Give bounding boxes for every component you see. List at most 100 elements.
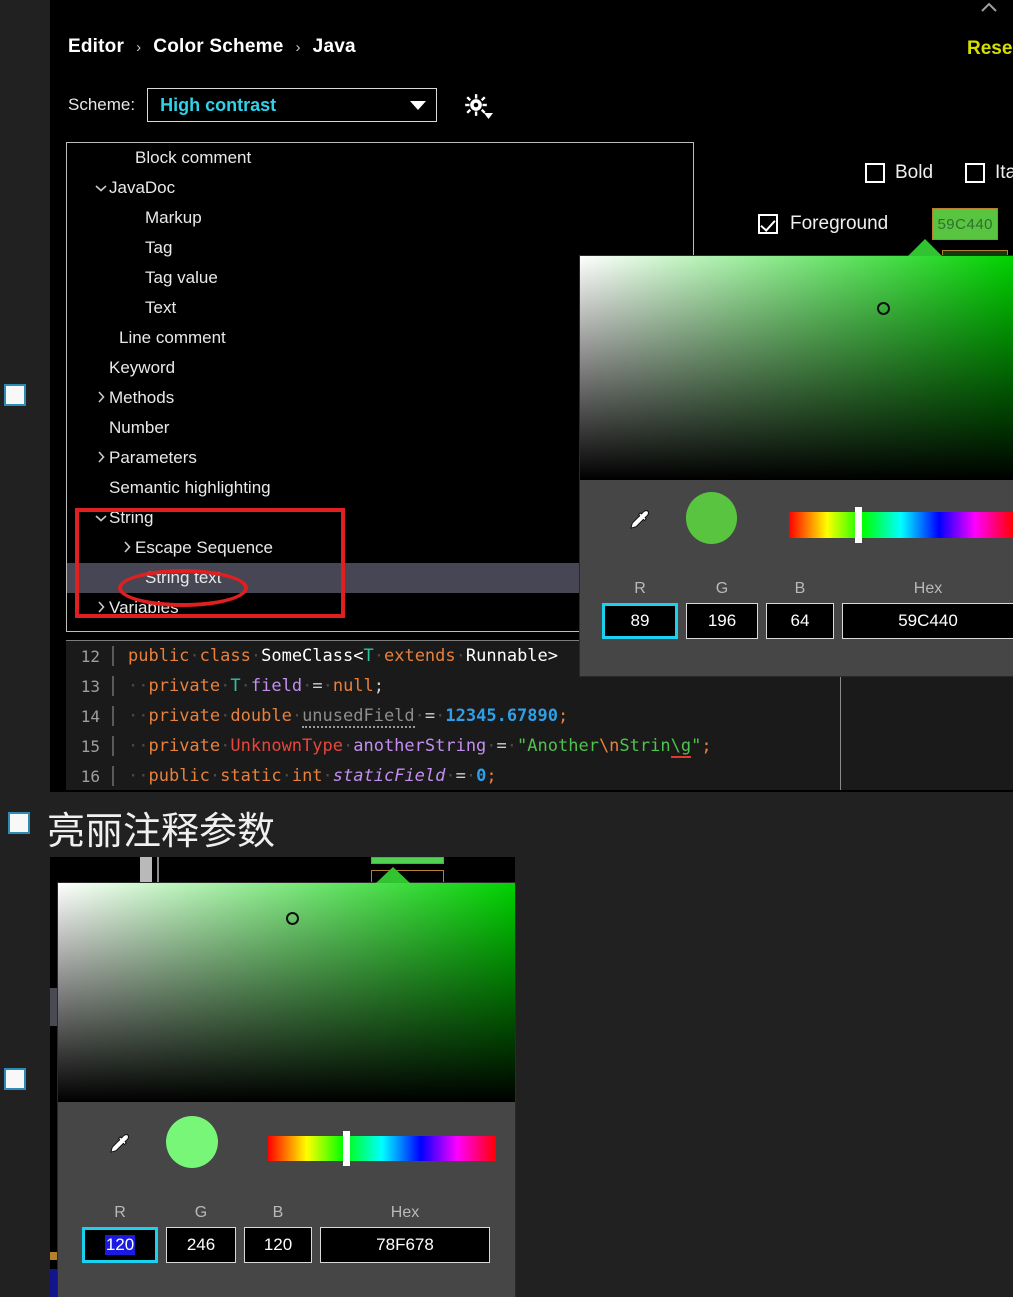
line-number: 13 — [80, 676, 100, 696]
b-field-bottom[interactable]: B 120 — [244, 1204, 312, 1263]
line-number: 15 — [80, 736, 100, 756]
b-input-top[interactable]: 64 — [766, 603, 834, 639]
g-label-top: G — [715, 580, 729, 597]
breadcrumb-item-color-scheme[interactable]: Color Scheme — [153, 36, 283, 58]
tree-item-label: Escape Sequence — [135, 538, 273, 557]
bold-checkbox-row[interactable]: Bold — [865, 162, 933, 184]
sv-selector-handle-top[interactable] — [877, 302, 890, 315]
bottom-side-blue-strip — [50, 1269, 58, 1297]
chevron-right-icon[interactable] — [93, 450, 109, 466]
tree-item-label: Variables — [109, 598, 179, 617]
tree-item-label: Markup — [145, 208, 202, 227]
scheme-dropdown[interactable]: High contrast — [147, 88, 438, 122]
g-field-bottom[interactable]: G 246 — [166, 1204, 236, 1263]
tree-item[interactable]: Markup — [67, 203, 693, 233]
r-value-top: 89 — [630, 611, 650, 630]
hex-value-top: 59C440 — [898, 611, 958, 630]
hue-slider-handle-top[interactable] — [855, 506, 863, 543]
chevron-right-icon[interactable] — [93, 390, 109, 406]
breadcrumb-separator-1: › — [136, 38, 142, 56]
g-value-bottom: 246 — [186, 1235, 216, 1254]
b-input-bottom[interactable]: 120 — [244, 1227, 312, 1263]
eyedropper-icon[interactable] — [106, 1132, 134, 1165]
hex-field-bottom[interactable]: Hex 78F678 — [320, 1204, 490, 1263]
b-field-top[interactable]: B 64 — [766, 580, 834, 639]
color-picker-popup-bottom[interactable]: R 120 G 246 B 120 Hex 78F678 — [58, 867, 515, 1297]
code-line: 15 ··private·UnknownType·anotherString·=… — [66, 731, 1013, 761]
g-input-bottom[interactable]: 246 — [166, 1227, 236, 1263]
line-number: 16 — [80, 766, 100, 786]
chevron-down-icon — [410, 100, 427, 110]
hex-input-bottom[interactable]: 78F678 — [320, 1227, 490, 1263]
italic-checkbox-row[interactable]: Italic — [965, 162, 1013, 184]
hex-input-top[interactable]: 59C440 — [842, 603, 1013, 639]
scheme-row: Scheme: High contrast — [68, 88, 494, 122]
runnable-type: Runnable — [465, 646, 548, 666]
chevron-down-icon[interactable] — [93, 511, 109, 525]
hue-slider-handle-bottom[interactable] — [343, 1131, 350, 1166]
generic-param: T — [363, 646, 374, 666]
reset-link[interactable]: Rese — [967, 38, 1013, 60]
italic-checkbox[interactable] — [965, 163, 986, 183]
tree-item-label: Methods — [109, 388, 175, 407]
saturation-value-area-bottom[interactable] — [58, 883, 515, 1102]
breadcrumb-item-java[interactable]: Java — [313, 36, 356, 58]
tree-item-label: Semantic highlighting — [109, 478, 271, 497]
color-picker-popup-top[interactable]: R 89 G 196 B 64 Hex 59C440 — [580, 239, 1013, 676]
operator-eq: = — [455, 766, 466, 786]
r-field-bottom[interactable]: R 120 — [82, 1204, 158, 1263]
hex-label-bottom: Hex — [390, 1204, 420, 1221]
foreground-label: Foreground — [790, 213, 889, 234]
hex-value-bottom: 78F678 — [376, 1235, 434, 1254]
gear-chevron-down-icon — [484, 113, 494, 119]
b-value-bottom: 120 — [263, 1235, 293, 1254]
string-literal-mid: Strin — [619, 736, 671, 756]
hue-slider-top[interactable] — [789, 506, 1013, 543]
eyedropper-glyph — [630, 509, 649, 529]
saturation-value-area-top[interactable] — [580, 256, 1013, 480]
r-label-bottom: R — [114, 1204, 126, 1221]
bottom-picker-scrollbar-remnant[interactable] — [140, 857, 152, 885]
color-preview-circle-top — [686, 492, 738, 544]
kw-int: int — [291, 766, 323, 786]
chevron-right-icon[interactable] — [93, 600, 109, 616]
operator-eq: = — [312, 676, 323, 696]
font-style-row: Bold Italic — [865, 162, 1013, 184]
margin-marker-1 — [4, 384, 26, 406]
foreground-color-swatch[interactable]: 59C440 — [932, 208, 999, 240]
g-input-top[interactable]: 196 — [686, 603, 758, 639]
chevron-down-icon[interactable] — [93, 181, 109, 195]
scheme-label: Scheme: — [68, 95, 136, 114]
annotation-chinese-note: 亮丽注释参数 — [47, 809, 276, 853]
g-field-top[interactable]: G 196 — [686, 580, 758, 639]
number-literal: 0 — [476, 766, 487, 786]
kw-extends: extends — [383, 646, 456, 666]
class-name: SomeClass — [261, 646, 354, 666]
tree-item-label: JavaDoc — [109, 178, 176, 197]
r-input-top[interactable]: 89 — [602, 603, 678, 639]
eyedropper-icon[interactable] — [626, 508, 654, 541]
bold-checkbox[interactable] — [865, 163, 885, 183]
sv-selector-handle-bottom[interactable] — [286, 912, 299, 925]
foreground-swatch-value: 59C440 — [937, 215, 993, 233]
hue-slider-bottom[interactable] — [268, 1131, 496, 1166]
foreground-checkbox[interactable] — [758, 214, 778, 234]
chevron-up-icon[interactable] — [975, 0, 1003, 20]
r-field-top[interactable]: R 89 — [602, 580, 678, 639]
tree-item[interactable]: JavaDoc — [67, 173, 693, 203]
line-number: 12 — [80, 646, 100, 666]
chevron-right-icon[interactable] — [119, 540, 135, 556]
kw-public: public — [148, 766, 210, 786]
kw-static: static — [220, 766, 282, 786]
tree-item-label: String — [109, 508, 154, 527]
gear-icon[interactable] — [463, 92, 494, 119]
eyedropper-glyph — [110, 1133, 129, 1153]
chevron-up-glyph — [981, 2, 997, 12]
r-input-bottom[interactable]: 120 — [82, 1227, 158, 1263]
breadcrumb-item-editor[interactable]: Editor — [68, 36, 124, 58]
kw-private: private — [148, 706, 221, 726]
hex-field-top[interactable]: Hex 59C440 — [842, 580, 1013, 639]
tree-item[interactable]: Block comment — [67, 143, 693, 173]
margin-marker-3 — [8, 812, 30, 834]
invalid-escape-sequence: \g — [670, 736, 692, 758]
